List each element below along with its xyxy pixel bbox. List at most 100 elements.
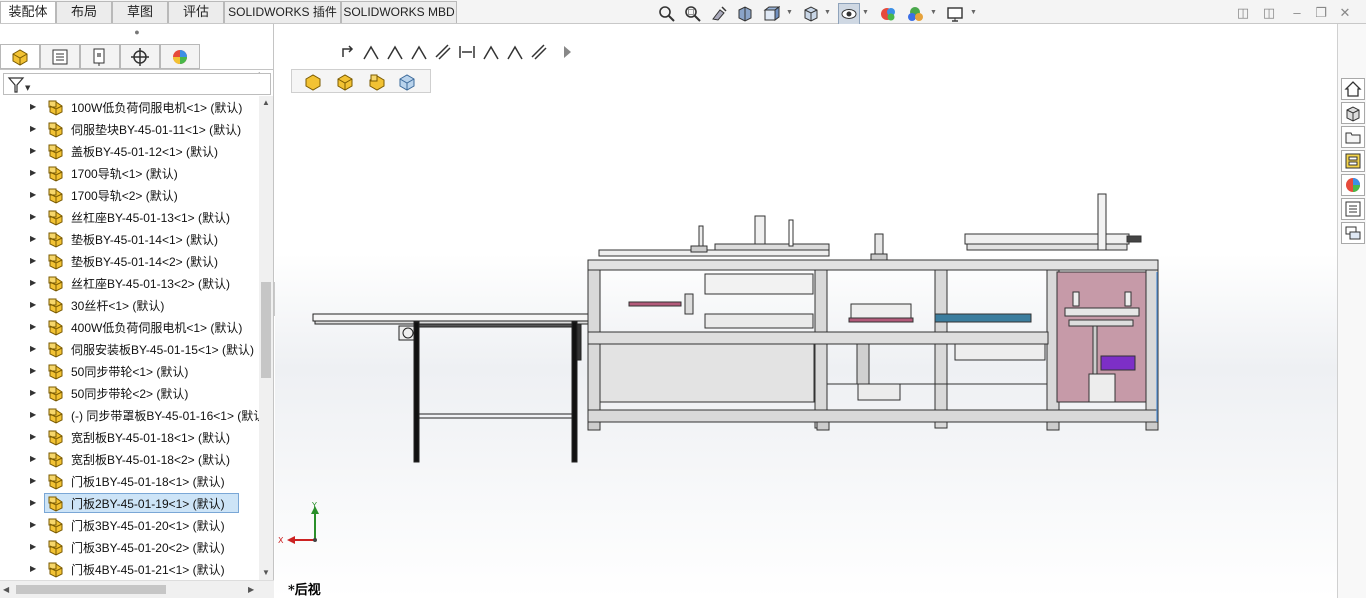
- tree-item[interactable]: ▶ 100W低负荷伺服电机<1> (默认): [0, 96, 260, 118]
- forum-icon[interactable]: [1341, 222, 1365, 244]
- expand-arrow-icon[interactable]: ▶: [30, 410, 38, 420]
- chevron-down-icon[interactable]: ▼: [862, 9, 870, 19]
- tree-item[interactable]: ▶ 伺服安装板BY-45-01-15<1> (默认): [0, 338, 260, 360]
- expand-arrow-icon[interactable]: ▶: [30, 476, 38, 486]
- lock-mate-icon[interactable]: [504, 41, 526, 63]
- tree-item[interactable]: ▶ 1700导轨<2> (默认): [0, 184, 260, 206]
- expand-arrow-icon[interactable]: ▶: [30, 168, 38, 178]
- expand-arrow-icon[interactable]: ▶: [30, 388, 38, 398]
- tree-item[interactable]: ▶ 伺服垫块BY-45-01-11<1> (默认): [0, 118, 260, 140]
- display-style-icon[interactable]: [800, 3, 822, 25]
- panel-collapse-right-icon[interactable]: ◫: [1260, 4, 1278, 22]
- expand-arrow-icon[interactable]: ▶: [30, 190, 38, 200]
- tree-item[interactable]: ▶ 50同步带轮<1> (默认): [0, 360, 260, 382]
- tree-item[interactable]: ▶ 门板1BY-45-01-18<1> (默认): [0, 470, 260, 492]
- previous-view-icon[interactable]: [708, 3, 730, 25]
- expand-arrow-icon[interactable]: ▶: [30, 432, 38, 442]
- property-manager-icon[interactable]: [40, 44, 80, 69]
- expand-arrow-icon[interactable]: ▶: [30, 102, 38, 112]
- scroll-up-icon[interactable]: ▲: [262, 98, 270, 107]
- tree-item[interactable]: ▶ 30丝杆<1> (默认): [0, 294, 260, 316]
- tree-item[interactable]: ▶ 垫板BY-45-01-14<1> (默认): [0, 228, 260, 250]
- panel-grip-icon[interactable]: ●: [0, 24, 274, 42]
- view-orientation-icon[interactable]: [760, 3, 782, 25]
- expand-arrow-icon[interactable]: ▶: [30, 520, 38, 530]
- configuration-manager-icon[interactable]: [80, 44, 120, 69]
- filter-icon[interactable]: ▼: [7, 76, 31, 94]
- chevron-down-icon[interactable]: ▼: [970, 9, 978, 19]
- custom-properties-icon[interactable]: [1341, 198, 1365, 220]
- tree-item[interactable]: ▶ 门板3BY-45-01-20<2> (默认): [0, 536, 260, 558]
- perpendicular-icon[interactable]: [408, 41, 430, 63]
- tree-item[interactable]: ▶ 门板2BY-45-01-19<1> (默认): [0, 492, 260, 514]
- scroll-right-icon[interactable]: ▶: [248, 585, 254, 594]
- tree-item[interactable]: ▶ (-) 同步带罩板BY-45-01-16<1> (默认): [0, 404, 260, 426]
- tree-item[interactable]: ▶ 宽刮板BY-45-01-18<1> (默认): [0, 426, 260, 448]
- expand-arrow-icon[interactable]: ▶: [30, 146, 38, 156]
- chevron-down-icon[interactable]: ▼: [930, 9, 938, 19]
- expand-arrow-icon[interactable]: ▶: [30, 300, 38, 310]
- expand-arrow-icon[interactable]: ▶: [30, 344, 38, 354]
- edit-appearance-icon[interactable]: [878, 3, 900, 25]
- tree-horizontal-scrollbar[interactable]: ◀ ▶: [0, 580, 274, 598]
- tree-item[interactable]: ▶ 1700导轨<1> (默认): [0, 162, 260, 184]
- coincident-icon[interactable]: [360, 41, 382, 63]
- view-palette-icon[interactable]: [1341, 150, 1365, 172]
- tab-layout[interactable]: 布局: [56, 1, 112, 23]
- expand-arrow-icon[interactable]: ▶: [30, 322, 38, 332]
- tab-evaluate[interactable]: 评估: [168, 1, 224, 23]
- expand-arrow-icon[interactable]: ▶: [30, 542, 38, 552]
- parallel-icon[interactable]: [384, 41, 406, 63]
- expand-arrow-icon[interactable]: ▶: [30, 498, 38, 508]
- tree-filter-field[interactable]: ▼: [3, 73, 271, 95]
- tree-item[interactable]: ▶ 400W低负荷伺服电机<1> (默认): [0, 316, 260, 338]
- zoom-to-fit-icon[interactable]: [656, 3, 678, 25]
- panel-collapse-left-icon[interactable]: ◫: [1234, 4, 1252, 22]
- tree-item[interactable]: ▶ 宽刮板BY-45-01-18<2> (默认): [0, 448, 260, 470]
- assembly-icon[interactable]: [302, 71, 324, 93]
- home-icon[interactable]: [1341, 78, 1365, 100]
- subassembly-icon[interactable]: [334, 71, 356, 93]
- hide-show-icon[interactable]: [838, 3, 860, 25]
- design-library-icon[interactable]: [1341, 102, 1365, 124]
- tree-item[interactable]: ▶ 50同步带轮<2> (默认): [0, 382, 260, 404]
- tree-vertical-scroll-thumb[interactable]: [261, 282, 271, 378]
- graphics-area[interactable]: Y X: [275, 24, 1337, 598]
- display-manager-icon[interactable]: [160, 44, 200, 69]
- expand-arrow-icon[interactable]: ▶: [30, 564, 38, 574]
- tab-solidworks-addins[interactable]: SOLIDWORKS 插件: [224, 1, 341, 23]
- tab-assembly[interactable]: 装配体: [0, 1, 56, 23]
- chevron-down-icon[interactable]: ▼: [824, 9, 832, 19]
- zoom-area-icon[interactable]: [682, 3, 704, 25]
- tree-item[interactable]: ▶ 丝杠座BY-45-01-13<1> (默认): [0, 206, 260, 228]
- chevron-down-icon[interactable]: ▼: [786, 9, 794, 19]
- expand-arrow-icon[interactable]: ▶: [30, 256, 38, 266]
- tab-sketch[interactable]: 草图: [112, 1, 168, 23]
- file-explorer-icon[interactable]: [1341, 126, 1365, 148]
- tree-item[interactable]: ▶ 垫板BY-45-01-14<2> (默认): [0, 250, 260, 272]
- view-settings-icon[interactable]: [944, 3, 966, 25]
- tree-horizontal-scroll-thumb[interactable]: [16, 585, 166, 594]
- scroll-left-icon[interactable]: ◀: [3, 585, 9, 594]
- chevron-right-icon[interactable]: [556, 41, 578, 63]
- tree-item[interactable]: ▶ 盖板BY-45-01-12<1> (默认): [0, 140, 260, 162]
- expand-arrow-icon[interactable]: ▶: [30, 454, 38, 464]
- part-icon[interactable]: [396, 71, 418, 93]
- section-view-icon[interactable]: [734, 3, 756, 25]
- component-icon[interactable]: [366, 71, 388, 93]
- mate-arrow-icon[interactable]: [338, 41, 360, 63]
- tangent-icon[interactable]: [432, 41, 454, 63]
- expand-arrow-icon[interactable]: ▶: [30, 278, 38, 288]
- expand-arrow-icon[interactable]: ▶: [30, 234, 38, 244]
- tab-solidworks-mbd[interactable]: SOLIDWORKS MBD: [341, 1, 457, 23]
- expand-arrow-icon[interactable]: ▶: [30, 212, 38, 222]
- minimize-icon[interactable]: –: [1288, 4, 1306, 22]
- apply-scene-icon[interactable]: [904, 3, 926, 25]
- dimxpert-icon[interactable]: [120, 44, 160, 69]
- tree-item[interactable]: ▶ 门板3BY-45-01-20<1> (默认): [0, 514, 260, 536]
- tree-item[interactable]: ▶ 门板4BY-45-01-21<1> (默认): [0, 558, 260, 580]
- assembly-model-rear-view[interactable]: Y X: [275, 24, 1337, 598]
- feature-manager-icon[interactable]: [0, 44, 40, 69]
- expand-arrow-icon[interactable]: ▶: [30, 124, 38, 134]
- distance-icon[interactable]: [456, 41, 478, 63]
